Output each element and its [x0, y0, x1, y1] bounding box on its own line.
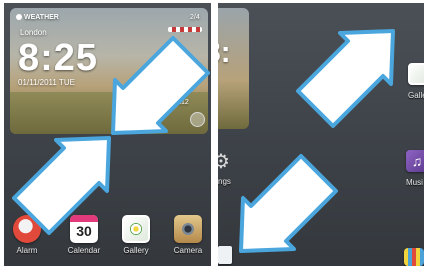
settings-label: ngs	[218, 177, 231, 186]
clock-fragment: 8:	[218, 36, 231, 69]
weather-city: London	[20, 28, 47, 37]
gallery-label: Galle	[408, 91, 424, 100]
flower-icon	[130, 223, 142, 235]
settings-gear-icon[interactable]: ⚙	[218, 151, 232, 173]
clock-time: 8:25	[18, 37, 99, 79]
weather-feels-like: Feels like 24 / L12	[132, 99, 189, 106]
calendar-icon: 30	[70, 215, 98, 243]
dock-item-camera[interactable]: Camera	[168, 212, 208, 255]
app-icon-partial[interactable]	[218, 246, 232, 264]
dock-item-calendar[interactable]: 30 Calendar	[64, 212, 104, 255]
dock-label-camera: Camera	[173, 246, 203, 255]
weather-updated-time: 2:08PM	[140, 113, 161, 119]
right-home-screen: 8: Galle ♫ Musi ⚙ ngs	[218, 3, 424, 266]
clock-date: 01/11/2011 TUE	[18, 78, 75, 87]
dock-label-calendar: Calendar	[67, 246, 101, 255]
calendar-icon-day: 30	[76, 223, 92, 239]
music-label: Musi	[406, 178, 423, 187]
refresh-icon[interactable]	[190, 112, 205, 127]
app-icon-partial[interactable]	[404, 248, 424, 266]
alarm-clock-icon	[13, 215, 41, 243]
calendar-icon-header	[70, 215, 98, 222]
weather-brand: WEATHER	[16, 14, 59, 21]
dock-label-gallery: Gallery	[123, 246, 149, 255]
camera-lens-icon	[182, 223, 194, 235]
gallery-flower-icon	[122, 215, 150, 243]
weather-temperature: 15°	[172, 60, 203, 82]
weather-logo-icon	[16, 14, 22, 20]
swipe-up-right-arrow	[296, 29, 395, 128]
dock-item-alarm[interactable]: Alarm	[7, 212, 47, 255]
weather-clock-widget[interactable]: WEATHER 2/4 London 8:25 01/11/2011 TUE 1…	[10, 8, 208, 134]
dock-item-gallery[interactable]: Gallery	[116, 212, 156, 255]
camera-icon	[174, 215, 202, 243]
gallery-icon[interactable]	[408, 63, 424, 85]
app-dock: Alarm 30 Calendar Gallery Camera	[4, 212, 211, 266]
dock-label-alarm: Alarm	[16, 246, 38, 255]
weather-widget-edge[interactable]: 8:	[218, 8, 249, 129]
swipe-down-left-arrow	[239, 154, 338, 253]
flag-icon	[168, 27, 202, 32]
music-note-icon[interactable]: ♫	[406, 150, 424, 172]
weather-condition: andy	[168, 87, 188, 97]
left-home-screen: WEATHER 2/4 London 8:25 01/11/2011 TUE 1…	[4, 3, 211, 266]
widget-page-indicator: 2/4	[190, 14, 200, 21]
